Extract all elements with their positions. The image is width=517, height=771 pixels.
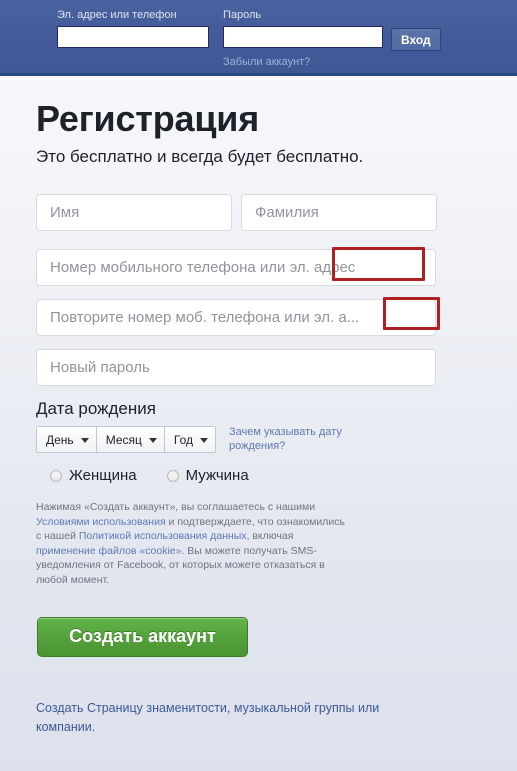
gender-option-female[interactable]: Женщина	[50, 467, 137, 484]
email-or-phone-confirm-input[interactable]	[36, 299, 436, 336]
login-password-group: Пароль	[223, 9, 383, 48]
login-email-label: Эл. адрес или телефон	[57, 9, 177, 21]
birthday-row: День Месяц Год Зачем указывать дату рожд…	[36, 426, 497, 453]
create-account-button[interactable]: Создать аккаунт	[37, 616, 248, 657]
birthday-month-select[interactable]: Месяц	[96, 427, 165, 452]
email-field-wrapper	[36, 247, 497, 286]
email-confirm-field-wrapper	[36, 297, 497, 336]
radio-button-male[interactable]	[166, 469, 179, 482]
data-policy-link[interactable]: Политикой использования данных	[79, 530, 247, 542]
password-field-wrapper	[36, 349, 497, 386]
cookie-policy-link[interactable]: применение файлов «cookie»	[36, 545, 181, 557]
registration-form: Дата рождения День Месяц Год Зачем указы…	[36, 194, 497, 737]
page-title: Регистрация	[36, 98, 259, 139]
create-page-link[interactable]: Создать Страницу знаменитости, музыкальн…	[36, 699, 436, 737]
gender-male-label: Мужчина	[185, 467, 249, 484]
birthday-day-value: День	[46, 432, 74, 447]
page-subtitle: Это бесплатно и всегда будет бесплатно.	[36, 147, 364, 166]
legal-text-part1: Нажимая «Создать аккаунт», вы соглашаете…	[36, 501, 316, 513]
login-email-input[interactable]	[57, 26, 209, 48]
birthday-selects: День Месяц Год	[36, 426, 216, 453]
birthday-year-select[interactable]: Год	[164, 427, 215, 452]
email-or-phone-input[interactable]	[36, 249, 436, 286]
terms-of-use-link[interactable]: Условиями использования	[36, 516, 166, 528]
top-navigation-bar: Эл. адрес или телефон Пароль Вход Забыли…	[0, 0, 517, 76]
birthday-year-value: Год	[173, 432, 193, 447]
login-button[interactable]: Вход	[391, 28, 441, 51]
name-fields-row	[36, 194, 497, 231]
last-name-input[interactable]	[241, 194, 437, 231]
first-name-input[interactable]	[36, 194, 232, 231]
gender-option-male[interactable]: Мужчина	[166, 467, 249, 484]
legal-text-part3: , включая	[246, 530, 294, 542]
login-email-group: Эл. адрес или телефон	[57, 9, 209, 48]
signup-page-content: Регистрация Это бесплатно и всегда будет…	[0, 76, 517, 737]
chevron-down-icon	[199, 437, 208, 443]
gender-row: Женщина Мужчина	[36, 467, 497, 484]
new-password-input[interactable]	[36, 349, 436, 386]
birthday-label: Дата рождения	[36, 399, 156, 418]
legal-disclaimer: Нажимая «Создать аккаунт», вы соглашаете…	[36, 500, 348, 587]
login-password-input[interactable]	[223, 26, 383, 48]
forgot-account-link[interactable]: Забыли аккаунт?	[223, 56, 310, 68]
why-birthday-link[interactable]: Зачем указывать дату рождения?	[229, 425, 354, 453]
birthday-day-select[interactable]: День	[37, 427, 97, 452]
gender-female-label: Женщина	[69, 467, 137, 484]
login-bar-content: Эл. адрес или телефон Пароль Вход Забыли…	[0, 0, 517, 73]
chevron-down-icon	[148, 437, 157, 443]
login-password-label: Пароль	[223, 9, 262, 21]
birthday-month-value: Месяц	[105, 432, 142, 447]
chevron-down-icon	[80, 437, 89, 443]
radio-button-female[interactable]	[50, 469, 62, 482]
